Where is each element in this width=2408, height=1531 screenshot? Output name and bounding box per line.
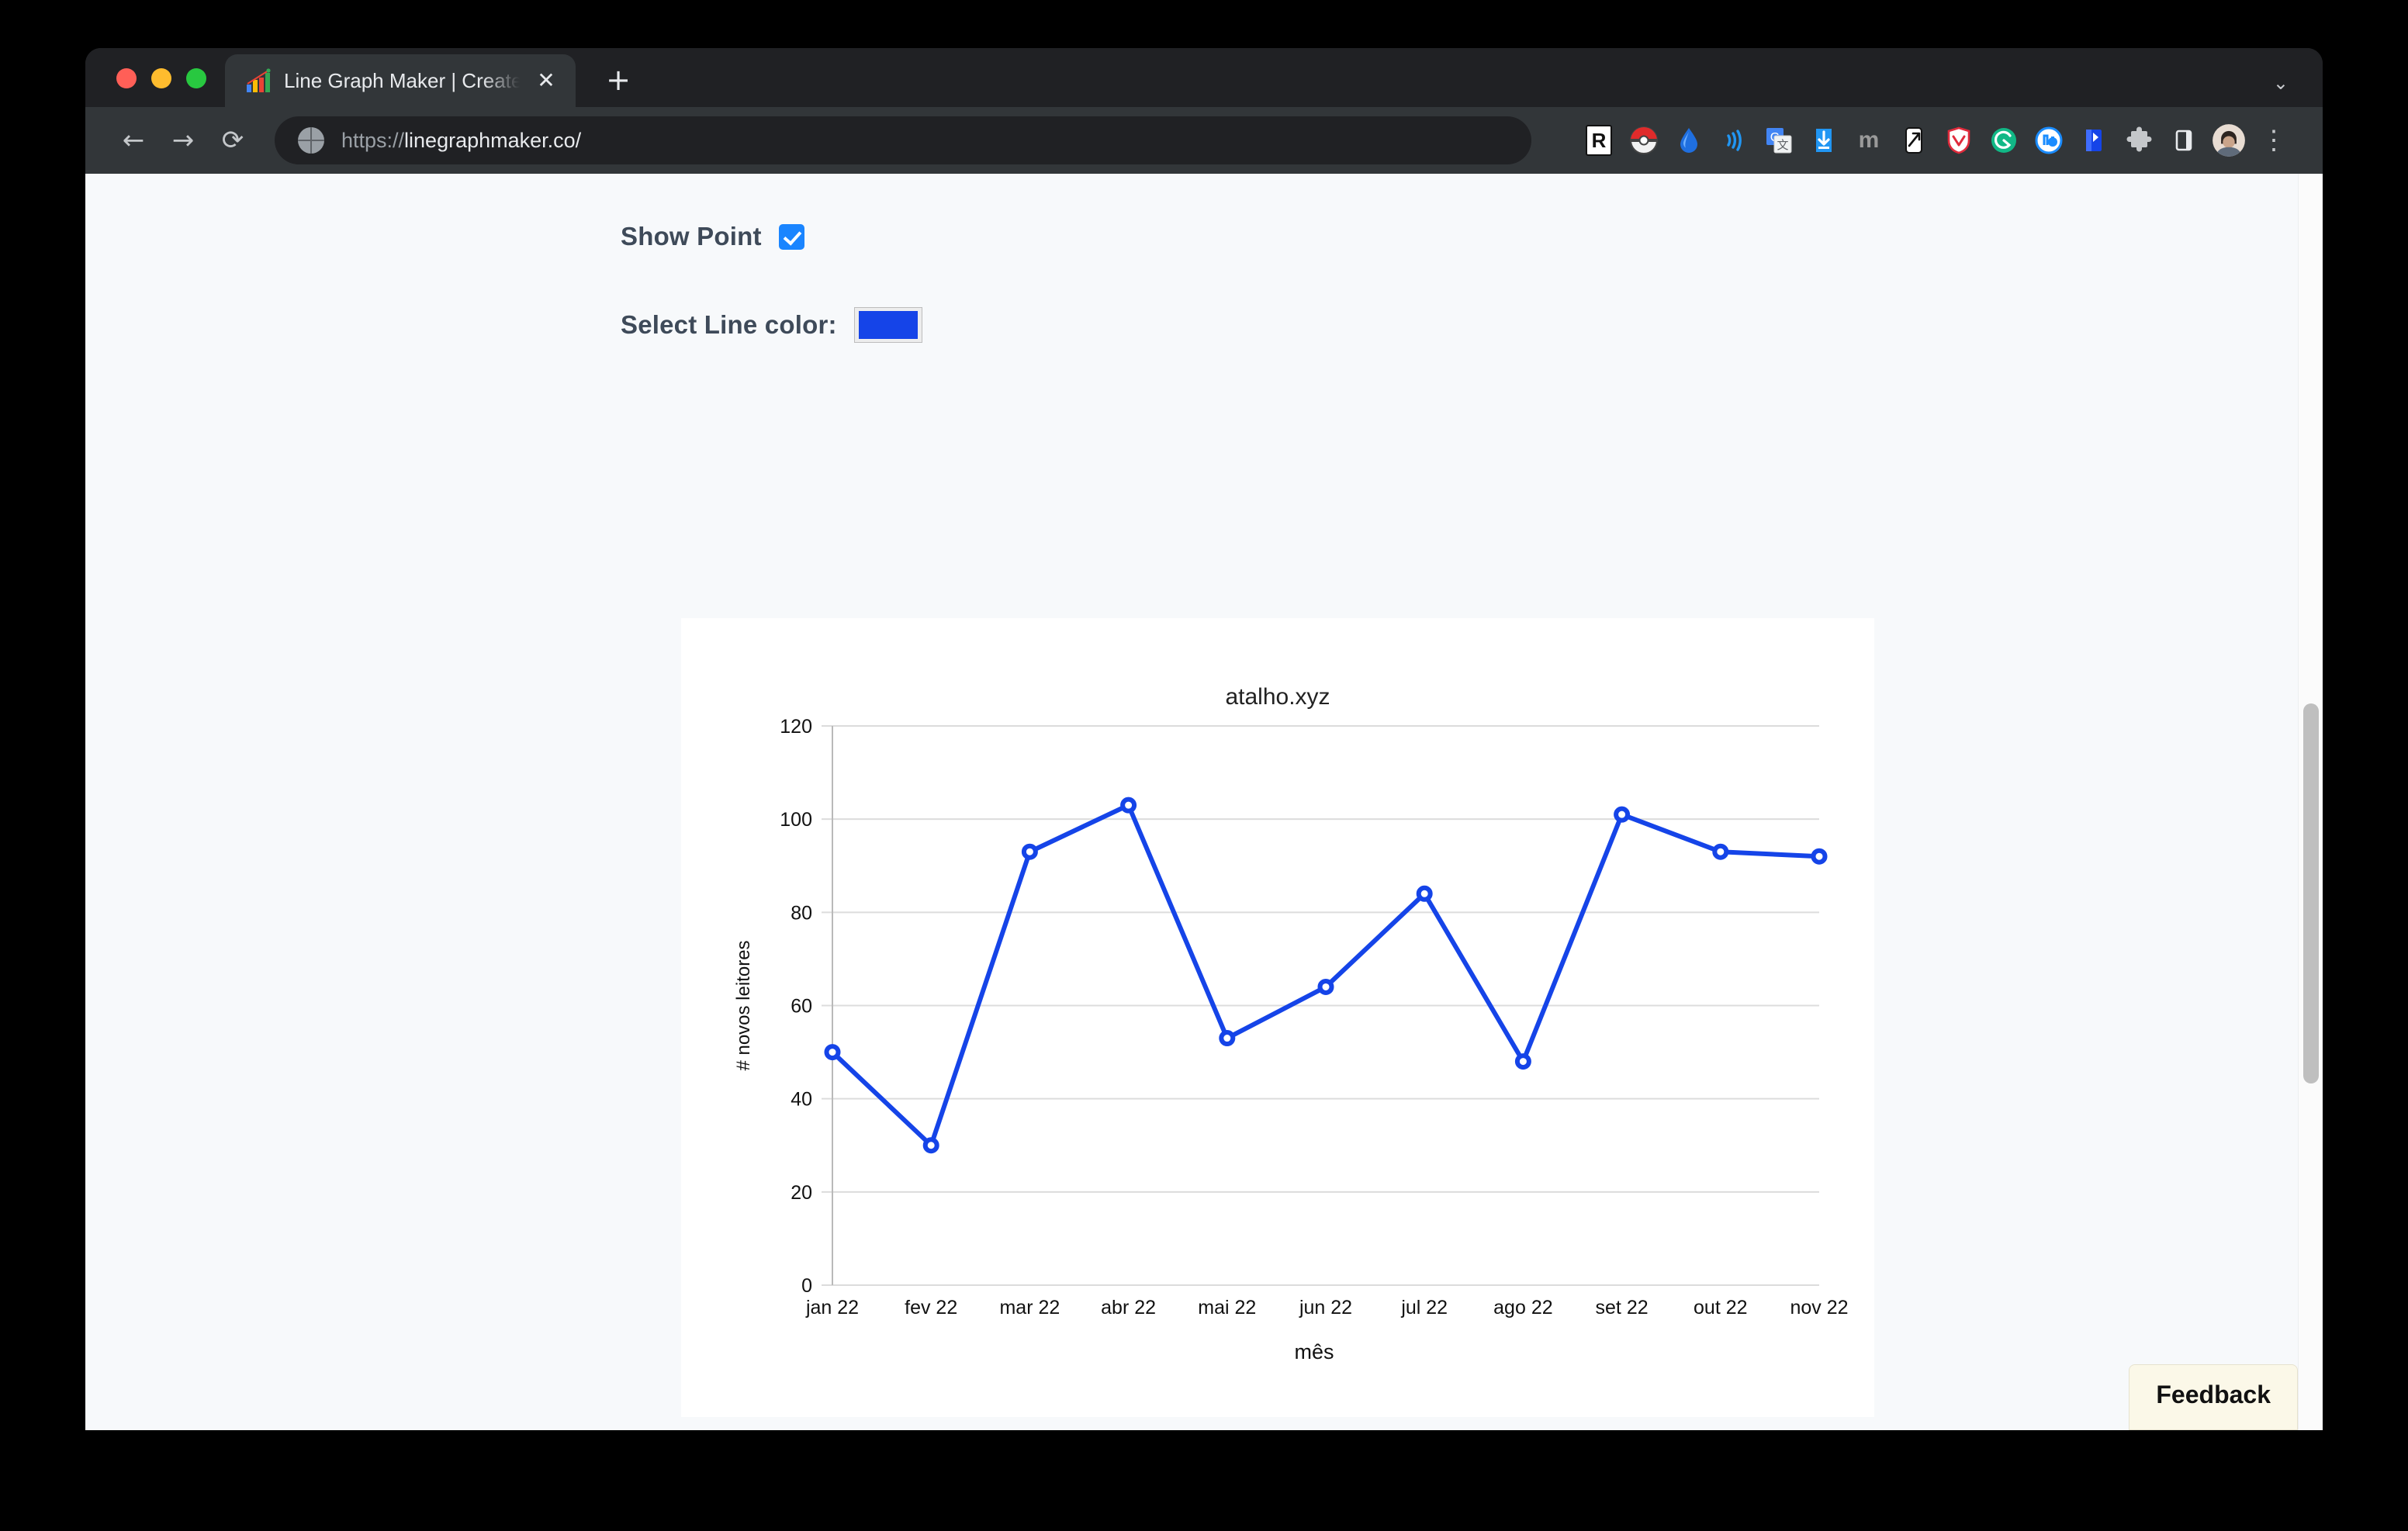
chart-data-line — [830, 803, 1822, 1148]
new-tab-button[interactable]: + — [596, 57, 641, 102]
tab-title: Line Graph Maker | Create a line — [284, 68, 520, 92]
grammarly-icon[interactable] — [1981, 118, 2026, 163]
data-point — [824, 1044, 841, 1061]
x-tick-label: abr 22 — [1101, 1297, 1156, 1318]
mastodon-icon[interactable]: m — [1846, 118, 1891, 163]
address-bar[interactable]: https://linegraphmaker.co/ — [275, 116, 1531, 164]
maximize-window-button[interactable] — [186, 68, 206, 88]
show-point-checkbox[interactable] — [778, 223, 804, 250]
x-tick-label: ago 22 — [1493, 1297, 1552, 1318]
line-color-swatch — [858, 311, 918, 339]
feedback-button[interactable]: Feedback — [2129, 1364, 2298, 1430]
x-tick-label: mai 22 — [1198, 1297, 1256, 1318]
data-point — [1219, 1030, 1236, 1047]
cursor-arrow-icon[interactable] — [1891, 118, 1936, 163]
google-translate-icon[interactable]: G文 — [1756, 118, 1801, 163]
show-point-label: Show Point — [621, 222, 762, 251]
url-host: linegraphmaker.co/ — [404, 128, 582, 152]
x-tick-label: jun 22 — [1299, 1297, 1352, 1318]
y-axis-label: # novos leitores — [733, 940, 754, 1070]
globe-icon — [298, 127, 324, 154]
y-tick-label: 120 — [780, 716, 812, 738]
profile-avatar[interactable] — [2206, 118, 2251, 163]
data-point — [1514, 1053, 1531, 1070]
url-scheme: https:// — [341, 128, 405, 152]
scrollbar-thumb[interactable] — [2303, 703, 2319, 1083]
chart-gridlines — [822, 725, 1819, 1286]
data-point — [1317, 978, 1334, 995]
data-point — [1614, 806, 1631, 823]
data-point — [1021, 843, 1038, 860]
y-tick-label: 0 — [801, 1275, 812, 1297]
x-tick-label: nov 22 — [1790, 1297, 1848, 1318]
minimize-window-button[interactable] — [151, 68, 171, 88]
x-tick-label: fev 22 — [905, 1297, 957, 1318]
data-point — [1120, 797, 1137, 814]
onepassword-icon[interactable] — [2026, 118, 2071, 163]
x-tick-label: jan 22 — [805, 1297, 859, 1318]
close-tab-button[interactable]: ✕ — [532, 67, 560, 95]
side-panel-icon[interactable] — [2161, 118, 2206, 163]
browser-window: Line Graph Maker | Create a line ✕ + ⌄ ←… — [85, 48, 2323, 1430]
extension-tray: R G文 m — [1576, 118, 2296, 163]
y-tick-label: 20 — [791, 1182, 812, 1204]
line-chart: 0 20 40 60 80 100 120 jan 22 fev 22 mar 22 abr 22… — [733, 716, 1849, 1363]
line-color-label: Select Line color: — [621, 310, 837, 339]
page-scrollbar[interactable] — [2298, 174, 2323, 1430]
tab-strip: Line Graph Maker | Create a line ✕ + ⌄ — [85, 48, 2323, 107]
y-tick-label: 60 — [791, 996, 812, 1018]
x-tick-label: jul 22 — [1400, 1297, 1448, 1318]
x-tick-label: out 22 — [1694, 1297, 1748, 1318]
data-point — [1712, 843, 1729, 860]
chevron-down-icon[interactable]: ⌄ — [2273, 72, 2289, 95]
data-point — [1811, 848, 1828, 865]
vivaldi-shield-icon[interactable] — [1936, 118, 1981, 163]
back-button[interactable]: ← — [109, 116, 158, 165]
extensions-puzzle-icon[interactable] — [2116, 118, 2161, 163]
wifi-waves-icon[interactable] — [1711, 118, 1756, 163]
line-color-row: Select Line color: — [621, 307, 2323, 343]
x-axis-tick-labels: jan 22 fev 22 mar 22 abr 22 mai 22 jun 22 jul … — [805, 1297, 1849, 1318]
x-tick-label: set 22 — [1596, 1297, 1649, 1318]
address-bar-url: https://linegraphmaker.co/ — [341, 129, 581, 153]
y-tick-label: 80 — [791, 902, 812, 924]
y-axis-tick-labels: 0 20 40 60 80 100 120 — [780, 716, 812, 1297]
line-color-picker[interactable] — [853, 307, 922, 343]
bluebook-icon[interactable] — [2071, 118, 2116, 163]
window-traffic-lights — [85, 68, 206, 107]
y-tick-label: 40 — [791, 1089, 812, 1111]
browser-menu-button[interactable]: ⋮ — [2251, 118, 2296, 163]
page-viewport: Show Point Select Line color: atalho.xyz… — [85, 174, 2323, 1430]
r-extension-icon[interactable]: R — [1576, 118, 1621, 163]
reload-button[interactable]: ⟳ — [208, 116, 258, 165]
bar-chart-favicon-icon — [245, 67, 272, 94]
download-arrow-icon[interactable] — [1801, 118, 1846, 163]
pokeball-extension-icon[interactable] — [1621, 118, 1666, 163]
data-point — [1416, 885, 1433, 902]
show-point-row: Show Point — [621, 222, 2323, 251]
data-point — [922, 1137, 939, 1154]
chart-controls: Show Point Select Line color: — [85, 174, 2323, 343]
browser-tab[interactable]: Line Graph Maker | Create a line ✕ — [225, 54, 576, 107]
chart-card: atalho.xyz 0 20 40 60 80 100 120 jan 22 fev 22 m… — [681, 618, 1874, 1417]
droplet-extension-icon[interactable] — [1666, 118, 1711, 163]
svg-text:文: 文 — [1777, 139, 1788, 152]
y-tick-label: 100 — [780, 809, 812, 831]
forward-button[interactable]: → — [158, 116, 208, 165]
close-window-button[interactable] — [116, 68, 137, 88]
x-axis-label: mês — [1294, 1340, 1334, 1363]
x-tick-label: mar 22 — [999, 1297, 1060, 1318]
browser-toolbar: ← → ⟳ https://linegraphmaker.co/ R G文 — [85, 107, 2323, 174]
